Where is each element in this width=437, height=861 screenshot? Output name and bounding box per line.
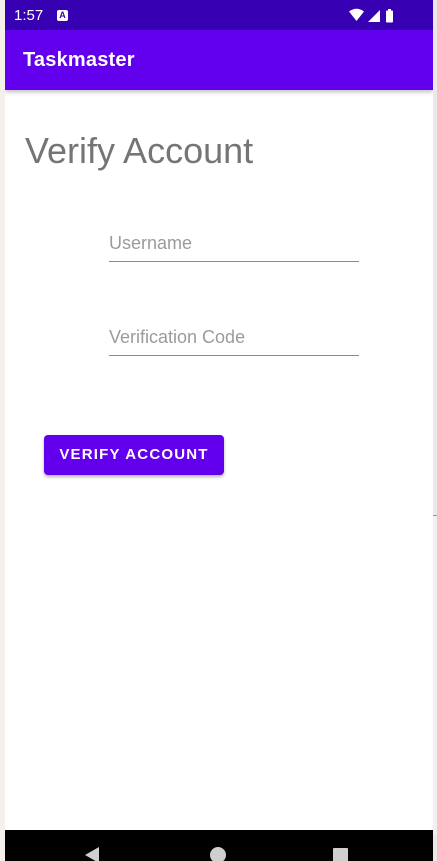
page-title: Verify Account	[25, 130, 254, 171]
page: 1:57 A Taskmaster Verify Account Usernam…	[0, 0, 437, 861]
battery-icon	[386, 9, 393, 23]
verification-code-field	[109, 316, 359, 356]
verify-account-button[interactable]: VERIFY ACCOUNT	[44, 435, 224, 475]
app-bar: Taskmaster	[5, 30, 433, 90]
notification-icon: A	[57, 10, 68, 21]
verification-code-input[interactable]	[109, 316, 359, 355]
recents-icon[interactable]	[333, 848, 348, 861]
cell-signal-icon	[368, 10, 380, 22]
username-field	[109, 222, 359, 262]
status-time: 1:57	[14, 7, 44, 24]
navigation-bar	[5, 830, 433, 861]
phone-screen: 1:57 A Taskmaster Verify Account Usernam…	[5, 0, 433, 861]
app-title: Taskmaster	[23, 49, 135, 71]
username-input[interactable]	[109, 222, 359, 261]
home-icon[interactable]	[210, 847, 226, 861]
status-icons	[349, 8, 401, 23]
status-bar: 1:57 A	[5, 0, 433, 30]
back-icon[interactable]	[85, 847, 99, 861]
background-window-edge-right	[433, 515, 437, 835]
wifi-icon	[349, 8, 364, 21]
